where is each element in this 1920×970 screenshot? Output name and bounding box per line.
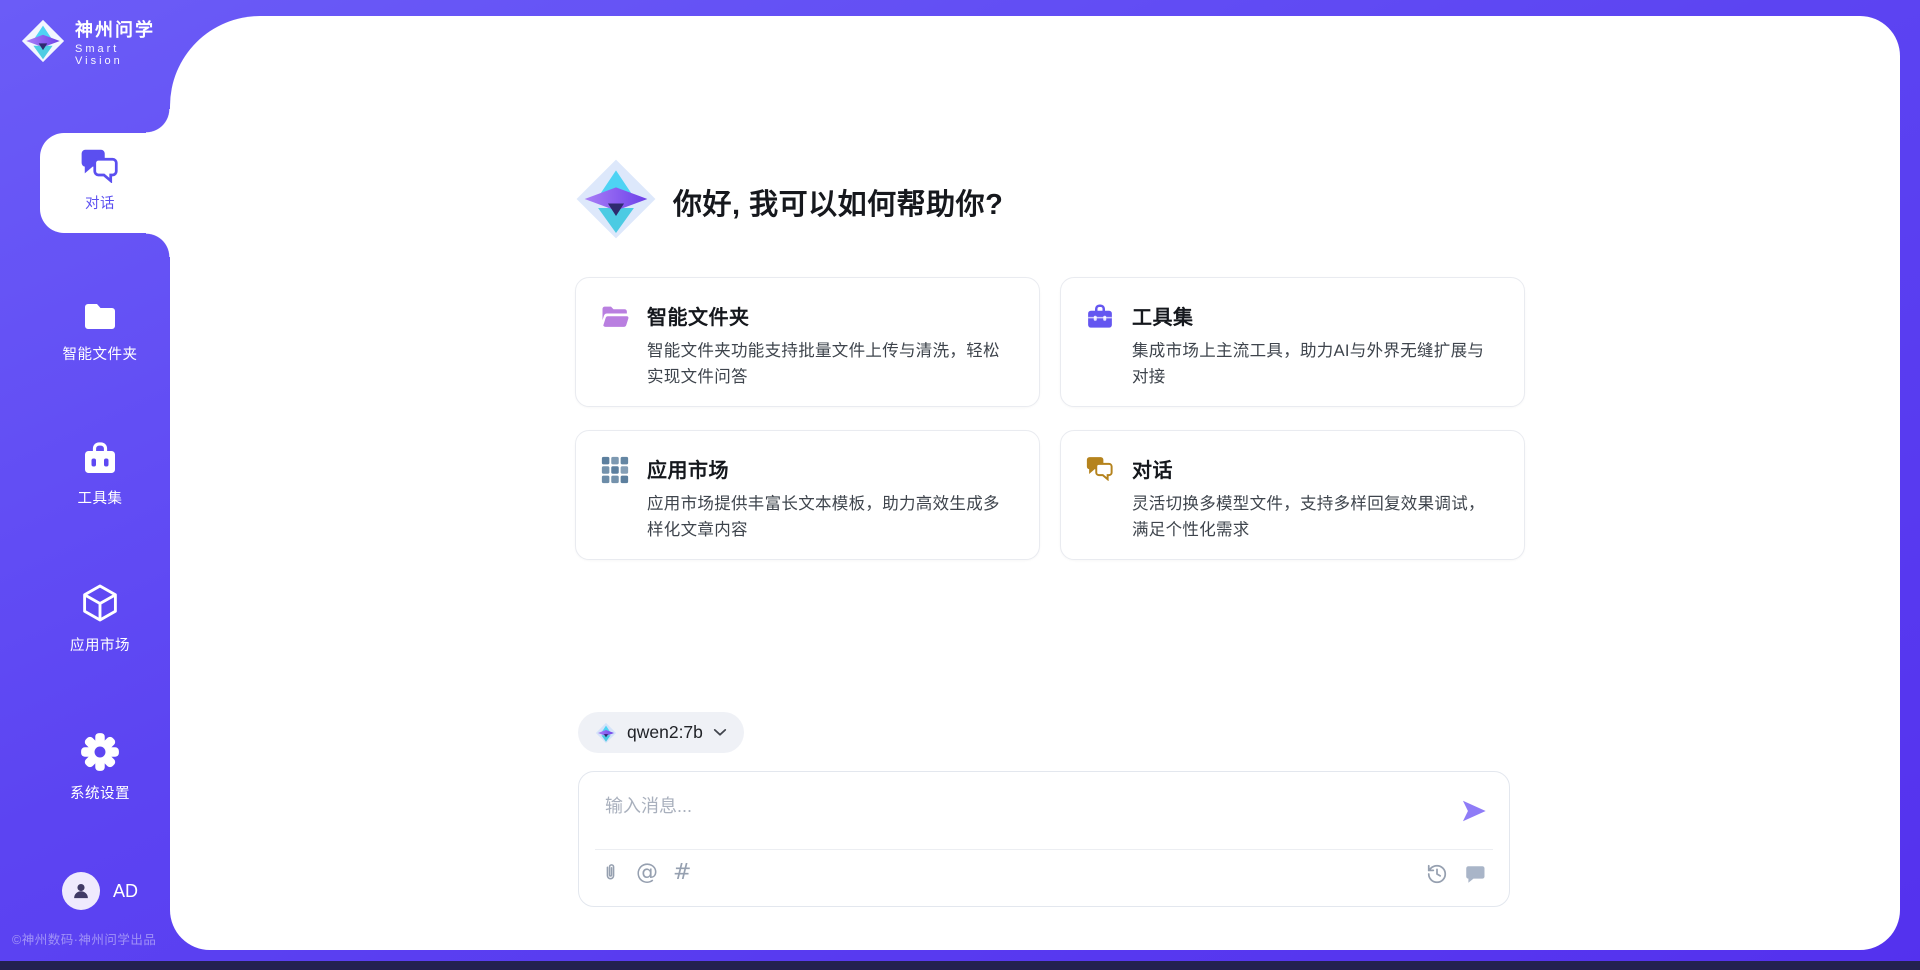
model-selector[interactable]: qwen2:7b: [578, 712, 744, 753]
sidebar-item-label: 工具集: [30, 487, 170, 508]
briefcase-icon: [1085, 302, 1115, 332]
card-title: 对话: [1132, 454, 1500, 483]
folder-open-icon: [600, 302, 630, 332]
app-logo: 神州问学 Smart Vision: [20, 18, 170, 69]
sidebar-item-toolset[interactable]: 工具集: [30, 440, 170, 508]
copyright-footer: ©神州数码·神州问学出品: [12, 929, 168, 948]
sidebar-item-chat[interactable]: 对话: [30, 147, 170, 213]
card-description: 应用市场提供丰富长文本模板，助力高效生成多样化文章内容: [647, 492, 1015, 543]
cube-icon: [30, 581, 170, 625]
app-name: 神州问学: [75, 20, 155, 40]
gear-icon: [30, 731, 170, 773]
composer-divider: [595, 849, 1493, 850]
chat-bubble-button[interactable]: [1464, 863, 1487, 885]
chat-bubbles-icon: [1085, 455, 1115, 485]
send-button[interactable]: [1459, 797, 1489, 827]
greeting-diamond-icon: [573, 156, 659, 247]
card-chat[interactable]: 对话 灵活切换多模型文件，支持多样回复效果调试，满足个性化需求: [1060, 430, 1525, 560]
composer-tools-left: @ #: [600, 861, 691, 885]
composer-tools-right: [1426, 863, 1487, 885]
bottom-dark-bar: [0, 961, 1920, 970]
message-composer: @ #: [578, 771, 1510, 907]
briefcase-icon: [30, 440, 170, 478]
hashtag-button[interactable]: #: [673, 862, 691, 884]
greeting: 你好, 我可以如何帮助你?: [573, 156, 1003, 247]
model-name: qwen2:7b: [627, 722, 703, 743]
history-button[interactable]: [1426, 863, 1448, 885]
card-toolset[interactable]: 工具集 集成市场上主流工具，助力AI与外界无缝扩展与对接: [1060, 277, 1525, 407]
sidebar-item-label: 应用市场: [30, 634, 170, 655]
card-smart-folder[interactable]: 智能文件夹 智能文件夹功能支持批量文件上传与清洗，轻松实现文件问答: [575, 277, 1040, 407]
card-title: 应用市场: [647, 454, 1015, 483]
message-input[interactable]: [603, 790, 1407, 844]
folder-icon: [30, 296, 170, 334]
card-title: 智能文件夹: [647, 301, 1015, 330]
sidebar-item-app-market[interactable]: 应用市场: [30, 581, 170, 655]
sidebar-item-label: 智能文件夹: [30, 343, 170, 364]
model-diamond-icon: [595, 722, 617, 744]
grid-icon: [600, 455, 630, 485]
sidebar-item-smart-folder[interactable]: 智能文件夹: [30, 296, 170, 364]
sidebar-item-label: 对话: [30, 192, 170, 213]
brand-diamond-icon: [20, 18, 66, 69]
chat-bubbles-icon: [30, 147, 170, 183]
avatar: [62, 872, 100, 910]
tab-fillet-bottom: [146, 233, 170, 257]
card-description: 灵活切换多模型文件，支持多样回复效果调试，满足个性化需求: [1132, 492, 1500, 543]
attach-file-button[interactable]: [600, 861, 621, 885]
mention-button[interactable]: @: [636, 862, 658, 884]
tab-fillet-top: [146, 109, 170, 133]
app-tagline: Smart Vision: [75, 43, 170, 67]
card-description: 智能文件夹功能支持批量文件上传与清洗，轻松实现文件问答: [647, 339, 1015, 390]
sidebar-item-settings[interactable]: 系统设置: [30, 731, 170, 803]
user-menu[interactable]: AD: [30, 872, 170, 910]
card-title: 工具集: [1132, 301, 1500, 330]
greeting-title: 你好, 我可以如何帮助你?: [673, 181, 1003, 223]
chevron-down-icon: [713, 728, 727, 737]
feature-cards: 智能文件夹 智能文件夹功能支持批量文件上传与清洗，轻松实现文件问答 工具集 集成…: [575, 277, 1525, 560]
card-app-market[interactable]: 应用市场 应用市场提供丰富长文本模板，助力高效生成多样化文章内容: [575, 430, 1040, 560]
user-initials: AD: [113, 881, 138, 902]
card-description: 集成市场上主流工具，助力AI与外界无缝扩展与对接: [1132, 339, 1500, 390]
sidebar-item-label: 系统设置: [30, 782, 170, 803]
sidebar: 神州问学 Smart Vision 对话 智能文件夹: [0, 0, 170, 970]
